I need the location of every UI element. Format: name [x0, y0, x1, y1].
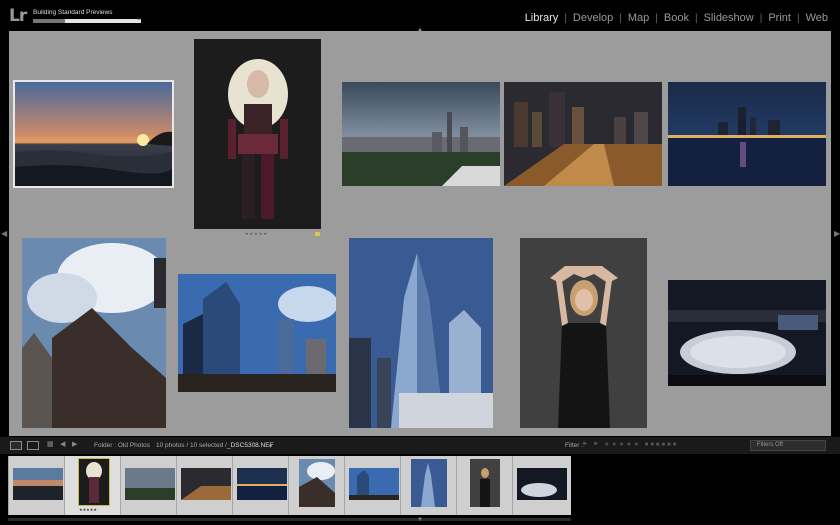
photo-city-skyline-park[interactable]: [342, 82, 500, 186]
filmstrip-thumb-city-skyline-park[interactable]: [125, 468, 175, 500]
filmstrip-thumb-glass-towers-blue-sky[interactable]: [349, 468, 399, 500]
filmstrip-cell[interactable]: [344, 456, 400, 515]
lightroom-logo: Lr: [9, 6, 27, 26]
filmstrip-cell[interactable]: [176, 456, 232, 515]
photo-woman-black-dress[interactable]: [520, 238, 647, 428]
back-arrow-icon[interactable]: ◀: [60, 440, 65, 448]
filter-label: Filter :: [565, 442, 584, 449]
filter-attribute-icons[interactable]: ⚑ ⚑ ★★★★★ ■■■■■■: [582, 441, 678, 448]
filmstrip-scrollbar[interactable]: [8, 518, 571, 521]
filmstrip-cell[interactable]: ★★★★★: [64, 456, 120, 515]
photo-ice-rink-night[interactable]: [668, 280, 826, 386]
selection-count: 10 photos / 10 selected /: [156, 442, 227, 449]
photo-cosplay-portrait[interactable]: [194, 39, 321, 229]
module-slideshow[interactable]: Slideshow: [698, 12, 760, 24]
photo-pier-night-city[interactable]: [504, 82, 662, 186]
photo-grid: ★★★★★: [9, 31, 831, 459]
filmstrip-cell[interactable]: [512, 456, 571, 515]
secondary-window-icon[interactable]: [27, 441, 39, 450]
filmstrip-cell[interactable]: [120, 456, 176, 515]
filmstrip-thumb-woman-black-dress[interactable]: [470, 459, 500, 507]
module-library[interactable]: Library: [519, 12, 565, 24]
task-progress-label: Building Standard Previews: [33, 9, 113, 16]
rating-stars[interactable]: ★★★★★: [245, 231, 268, 236]
filmstrip-thumb-pier-night-city[interactable]: [181, 468, 231, 500]
filmstrip-thumb-ice-rink-night[interactable]: [517, 468, 567, 500]
source-path[interactable]: Folder : Old Photos: [94, 442, 150, 449]
cancel-task-icon[interactable]: ×: [136, 17, 142, 23]
filename-dropdown-icon[interactable]: ▾: [269, 442, 272, 450]
module-print[interactable]: Print: [762, 12, 797, 24]
top-bar: Lr Building Standard Previews × Library …: [0, 0, 840, 30]
photo-one-world-trade-center[interactable]: [349, 238, 493, 428]
filmstrip-thumb-skyscrapers-clouds[interactable]: [299, 459, 335, 507]
flag-badge-icon[interactable]: [315, 232, 320, 236]
filmstrip-cell[interactable]: [400, 456, 456, 515]
filmstrip-thumbnails: ★★★★★: [8, 456, 571, 515]
photo-sunset-seascape[interactable]: [13, 80, 174, 188]
filter-preset-select[interactable]: Filters Off: [750, 440, 826, 451]
filmstrip-cell[interactable]: [456, 456, 512, 515]
module-book[interactable]: Book: [658, 12, 695, 24]
filmstrip-rating-stars[interactable]: ★★★★★: [79, 507, 97, 512]
filmstrip-toolbar: ▦ ◀ ▶ Folder : Old Photos 10 photos / 10…: [0, 437, 840, 454]
grid-view-icon[interactable]: ▦: [47, 440, 54, 448]
filmstrip: ★★★★★: [0, 454, 840, 525]
right-panel-toggle-icon[interactable]: ▶: [834, 229, 840, 239]
filmstrip-thumb-sunset-seascape[interactable]: [13, 468, 63, 500]
module-develop[interactable]: Develop: [567, 12, 619, 24]
photo-lakefront-night-skyline[interactable]: [668, 82, 826, 186]
task-progress-bar: [33, 19, 141, 23]
forward-arrow-icon[interactable]: ▶: [72, 440, 77, 448]
main-window-icon[interactable]: [10, 441, 22, 450]
filmstrip-cell[interactable]: [288, 456, 344, 515]
filter-preset-value: Filters Off: [757, 442, 783, 448]
photo-skyscrapers-clouds[interactable]: [22, 238, 166, 428]
filmstrip-cell[interactable]: [8, 456, 64, 515]
bottom-panel-toggle-icon[interactable]: ▼: [417, 517, 423, 523]
task-progress-fill: [33, 19, 66, 23]
left-panel-toggle-icon[interactable]: ◀: [1, 229, 7, 239]
filmstrip-thumb-cosplay-portrait[interactable]: [78, 458, 110, 506]
photo-glass-towers-blue-sky[interactable]: [178, 274, 336, 392]
filmstrip-thumb-one-world-trade-center[interactable]: [411, 459, 447, 507]
module-map[interactable]: Map: [622, 12, 655, 24]
module-web[interactable]: Web: [800, 12, 834, 24]
filmstrip-thumb-lakefront-night-skyline[interactable]: [237, 468, 287, 500]
filmstrip-cell[interactable]: [232, 456, 288, 515]
current-filename[interactable]: _DSC5308.NEF: [227, 442, 274, 449]
module-picker: Library | Develop | Map | Book | Slidesh…: [519, 12, 834, 24]
